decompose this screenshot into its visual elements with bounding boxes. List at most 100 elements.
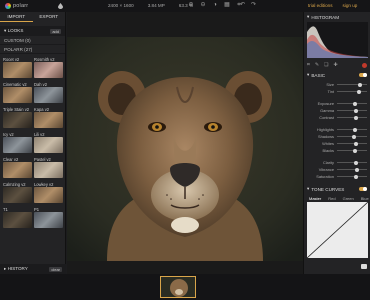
app-logo[interactable]: polarr [0,3,46,9]
history-header[interactable]: ▸ HISTORY clear [0,264,66,274]
clear-history-button[interactable]: clear [49,266,62,272]
slider-handle[interactable] [354,160,359,165]
basic-header[interactable]: ▾ BASIC [304,70,370,80]
slider-track[interactable] [337,115,367,120]
look-thumbnail[interactable]: P1 [34,207,63,229]
slider-handle[interactable] [358,82,363,87]
slider-label: Highlights [316,127,334,132]
polarr-looks-group[interactable]: POLARR (27) [0,45,65,54]
look-preview-image [34,162,63,178]
record-icon[interactable] [362,62,367,68]
slider-label: Gamma [320,108,334,113]
slider-exposure[interactable]: Exposure [307,100,367,107]
slider-handle[interactable] [353,101,357,106]
slider-shadows[interactable]: Shadows [307,133,367,140]
look-thumbnail[interactable]: Rosmith v2 [34,57,63,79]
tone-curves-toggle[interactable] [359,187,367,191]
thumbnail-image [161,277,195,297]
slider-handle[interactable] [353,174,358,179]
slider-handle[interactable] [353,148,357,153]
look-thumbnail[interactable]: Clear v2 [3,157,32,179]
slider-contrast[interactable]: Contrast [307,114,367,121]
slider-size[interactable]: Size [307,81,367,88]
slider-track[interactable] [337,89,367,94]
slider-handle[interactable] [353,141,358,146]
heal-icon[interactable]: ✚ [334,62,338,68]
looks-header[interactable]: ▾ LOOKS add [0,26,65,36]
redo-icon[interactable]: ↷ [251,2,256,8]
zoom-out-icon[interactable]: ⊖ [200,2,206,8]
layers-icon[interactable]: ❏ [324,62,328,68]
look-thumbnail[interactable]: Rocet v2 [3,57,32,79]
tone-curves-header[interactable]: ▾ TONE CURVES [304,184,370,194]
custom-looks-group[interactable]: CUSTOM (0) [0,36,65,45]
basic-toggle[interactable] [359,73,367,77]
slider-vibrance[interactable]: Vibrance [307,166,367,173]
look-thumbnail[interactable]: Calmzing v2 [3,182,32,204]
slider-highlights[interactable]: Highlights [307,126,367,133]
slider-track[interactable] [337,160,367,165]
histogram-header[interactable]: ▾ HISTOGRAM [304,12,370,22]
look-thumbnail[interactable]: Lili v2 [34,132,63,154]
slider-clarity[interactable]: Clarity [307,159,367,166]
slider-label: Vibrance [318,167,334,172]
slider-handle[interactable] [354,167,359,172]
add-look-button[interactable]: add [50,28,61,34]
slider-handle[interactable] [353,108,358,113]
slider-track[interactable] [337,82,367,87]
import-export-tabs: IMPORT EXPORT [0,12,65,22]
slider-label: Whites [322,141,334,146]
look-thumbnail[interactable]: Lowkey v2 [34,182,63,204]
crop-icon[interactable]: ⌗ [307,62,310,68]
slider-handle[interactable] [353,115,358,120]
undo-icon[interactable]: ↶ [240,2,245,8]
slider-handle[interactable] [352,134,357,139]
look-thumbnail[interactable]: Dah v2 [34,82,63,104]
drop-icon[interactable] [58,3,63,9]
slider-tint[interactable]: Tint [307,88,367,95]
slider-track[interactable] [337,101,367,106]
slider-handle[interactable] [357,89,362,94]
curve-tab-red[interactable]: Red [328,196,335,201]
polarr-logo-icon [5,3,11,9]
look-thumbnail[interactable]: Triple Stain v2 [3,107,32,129]
look-thumbnail[interactable]: Cinematic v2 [3,82,32,104]
look-preview-image [34,187,63,203]
zoom-in-icon[interactable]: ⊕ [188,2,194,8]
slider-whites[interactable]: Whites [307,140,367,147]
grid-icon[interactable]: ▦ [224,2,230,8]
tone-curve-editor[interactable] [306,201,369,259]
slider-label: Contrast [319,115,334,120]
slider-track[interactable] [337,134,367,139]
fullscreen-icon[interactable] [361,264,367,269]
slider-track[interactable] [337,108,367,113]
image-megapixels: 3.84 MP [147,3,165,8]
slider-track[interactable] [337,127,367,132]
slider-track[interactable] [337,167,367,172]
look-thumbnail[interactable]: Pastel v2 [34,157,63,179]
looks-grid: Rocet v2 Rosmith v2 Cinematic v2 Dah v2 Trip… [0,54,65,232]
signup-link[interactable]: sign up [343,3,358,8]
slider-track[interactable] [337,174,367,179]
histogram-title: HISTOGRAM [311,14,340,20]
look-thumbnail[interactable]: Kapa v2 [34,107,63,129]
lioness-photo [67,37,303,261]
slider-track[interactable] [337,148,367,153]
curve-tab-green[interactable]: Green [343,196,354,201]
import-tab[interactable]: IMPORT [0,12,33,22]
slider-blacks[interactable]: Blacks [307,147,367,154]
filmstrip-thumbnail[interactable] [160,276,196,298]
brush-icon[interactable]: ✎ [315,62,319,68]
trial-link[interactable]: trial editions [308,3,333,8]
slider-gamma[interactable]: Gamma [307,107,367,114]
curve-tab-blue[interactable]: Blue [361,196,369,201]
slider-handle[interactable] [353,127,357,132]
compare-icon[interactable]: ◑ [212,2,218,8]
export-tab[interactable]: EXPORT [33,12,66,22]
slider-saturation[interactable]: Saturation [307,173,367,180]
slider-track[interactable] [337,141,367,146]
look-thumbnail[interactable]: T1 [3,207,32,229]
photo-canvas[interactable] [67,12,303,274]
look-thumbnail[interactable]: Icy v2 [3,132,32,154]
curve-tab-master[interactable]: Master [309,196,321,201]
